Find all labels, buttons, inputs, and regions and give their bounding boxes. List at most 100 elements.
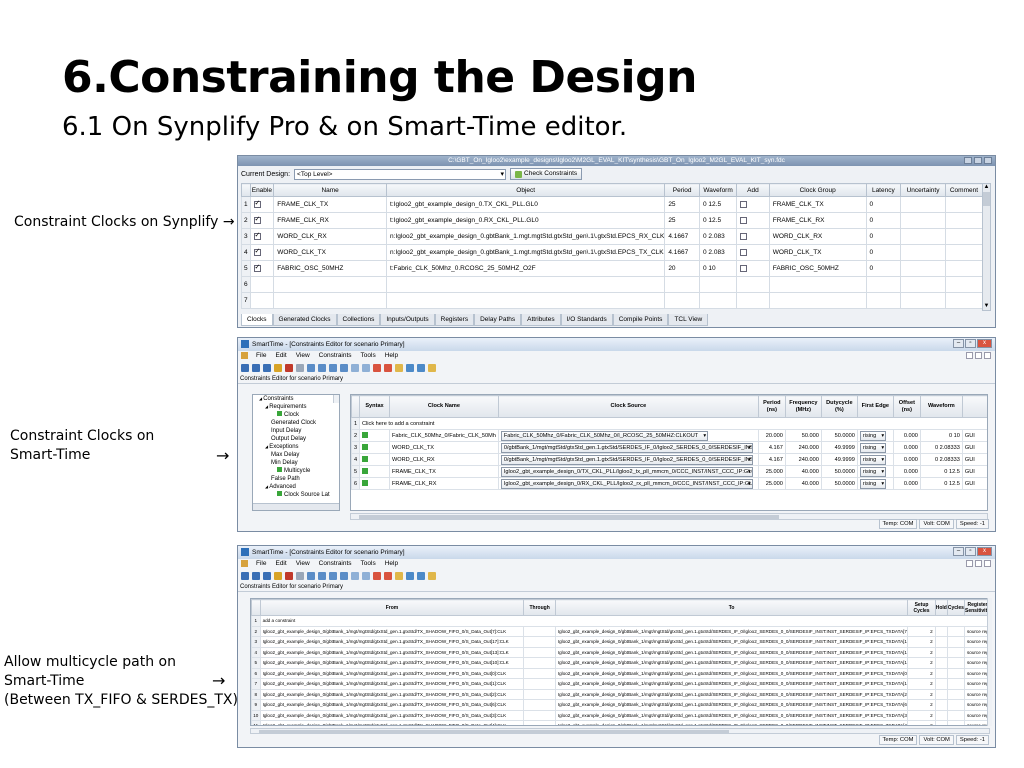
- period-cell[interactable]: 25: [664, 196, 700, 213]
- uncertainty-cell[interactable]: [900, 276, 946, 293]
- uncertainty-cell[interactable]: [900, 244, 946, 261]
- table-row[interactable]: 4 WORD_CLK_RX 0/gbtBank_1/mgt/mgtStd/gtxSt…: [351, 453, 987, 466]
- setup-cycles-cell[interactable]: 2: [907, 625, 936, 637]
- hold-cell[interactable]: [934, 625, 948, 637]
- enable-cell[interactable]: [249, 228, 275, 245]
- latency-cell[interactable]: 0: [865, 212, 902, 229]
- tab-delay-paths[interactable]: Delay Paths: [474, 314, 522, 326]
- mdi-close-button[interactable]: [984, 560, 991, 567]
- period-cell[interactable]: 4.167: [757, 453, 786, 466]
- uncertainty-cell[interactable]: [900, 212, 946, 229]
- comment-cell[interactable]: [944, 196, 984, 213]
- clock-name-cell[interactable]: FRAME_CLK_TX: [273, 196, 388, 213]
- first-edge-cell[interactable]: rising: [856, 465, 894, 478]
- setup-cycles-cell[interactable]: 2: [907, 699, 936, 711]
- generated-clock-icon[interactable]: [318, 571, 326, 580]
- hold-cell[interactable]: [934, 699, 948, 711]
- tree-node-max-delay[interactable]: Max Delay: [253, 451, 339, 459]
- add-cell[interactable]: [736, 244, 770, 261]
- latency-cell[interactable]: 0: [865, 260, 902, 277]
- add-checkbox[interactable]: [740, 264, 748, 272]
- import-icon[interactable]: [406, 571, 414, 580]
- add-cell[interactable]: [736, 212, 770, 229]
- tree-node-requirements[interactable]: ◢ Requirements: [253, 403, 339, 411]
- setup-cycles-cell[interactable]: 2: [907, 646, 936, 658]
- dutycycle-cell[interactable]: 50.0000: [820, 429, 858, 442]
- table-row[interactable]: 2 Igloo2_gbt_example_design_0/gbtBank_1/m…: [251, 625, 989, 637]
- scroll-thumb[interactable]: [359, 515, 779, 519]
- tab-compile-points[interactable]: Compile Points: [612, 314, 669, 326]
- first-edge-cell[interactable]: rising: [856, 429, 894, 442]
- import-icon[interactable]: [406, 363, 414, 372]
- tab-i-o-standards[interactable]: I/O Standards: [560, 314, 613, 326]
- tree-node-output-delay[interactable]: Output Delay: [253, 435, 339, 443]
- tab-collections[interactable]: Collections: [336, 314, 381, 326]
- clock-name-cell[interactable]: WORD_CLK_TX: [389, 441, 499, 454]
- column-header[interactable]: Comment: [944, 183, 984, 197]
- minimize-button[interactable]: –: [953, 547, 964, 556]
- hold-cell[interactable]: [934, 657, 948, 669]
- clock-name-cell[interactable]: [273, 292, 388, 309]
- menu-edit[interactable]: Edit: [274, 351, 287, 361]
- multicycle-icon[interactable]: [395, 571, 403, 580]
- table-row[interactable]: 6 Igloo2_gbt_example_design_0/gbtBank_1/m…: [251, 667, 989, 679]
- object-cell[interactable]: [386, 276, 666, 293]
- table-row[interactable]: 7: [241, 292, 984, 309]
- table-row[interactable]: 9 Igloo2_gbt_example_design_0/gbtBank_1/m…: [251, 699, 989, 711]
- enable-cell[interactable]: [249, 212, 275, 229]
- clock-group-cell[interactable]: FABRIC_OSC_50MHZ: [768, 260, 867, 277]
- clock-name-cell[interactable]: FRAME_CLK_RX: [273, 212, 388, 229]
- maximize-button[interactable]: ▫: [965, 547, 976, 556]
- filter-icon[interactable]: [274, 571, 282, 580]
- dutycycle-cell[interactable]: 49.9999: [820, 441, 858, 454]
- from-cell[interactable]: Igloo2_gbt_example_design_0/gbtBank_1/mg…: [259, 709, 525, 721]
- hold-cell[interactable]: [934, 720, 948, 725]
- waveform-cell[interactable]: 0 10: [698, 260, 738, 277]
- first-edge-cell[interactable]: rising: [856, 441, 894, 454]
- disable-timing-icon[interactable]: [384, 363, 392, 372]
- check-constraints-button[interactable]: Check Constraints: [510, 168, 583, 180]
- mdi-minimize-button[interactable]: [966, 352, 973, 359]
- frequency-cell[interactable]: 50.000: [784, 429, 822, 442]
- table-row[interactable]: 3 WORD_CLK_TX 0/gbtBank_1/mgt/mgtStd/gtxSt…: [351, 441, 987, 454]
- comment-cell[interactable]: [944, 292, 984, 309]
- first-edge-select[interactable]: rising: [859, 430, 887, 441]
- vertical-scrollbar[interactable]: ▲ ▼: [982, 183, 991, 311]
- add-checkbox[interactable]: [740, 248, 748, 256]
- enable-cell[interactable]: [249, 260, 275, 277]
- clock-group-cell[interactable]: WORD_CLK_RX: [768, 228, 867, 245]
- clock-name-cell[interactable]: FABRIC_OSC_50MHZ: [273, 260, 388, 277]
- object-cell[interactable]: n:Igloo2_gbt_example_design_0.gbtBank_1.…: [386, 244, 666, 261]
- hold-cycles-cell[interactable]: [946, 699, 966, 711]
- clock-source-select[interactable]: Fabric_CLK_50Mhz_0/Fabric_CLK_50Mhz_0/I_…: [500, 430, 709, 441]
- waveform-cell[interactable]: 0 2.08333: [919, 453, 963, 466]
- through-cell[interactable]: [523, 699, 556, 711]
- latency-cell[interactable]: 0: [865, 244, 902, 261]
- comment-cell[interactable]: [944, 228, 984, 245]
- from-cell[interactable]: Igloo2_gbt_example_design_0/gbtBank_1/mg…: [259, 636, 525, 648]
- menu-tools[interactable]: Tools: [360, 351, 377, 361]
- help-icon[interactable]: [428, 363, 436, 372]
- uncertainty-cell[interactable]: [900, 196, 946, 213]
- scroll-up-icon[interactable]: ▲: [983, 184, 990, 191]
- to-cell[interactable]: Igloo2_gbt_example_design_0/gbtBank_1/mg…: [554, 720, 909, 725]
- hold-cycles-cell[interactable]: [946, 709, 966, 721]
- clock-name-cell[interactable]: WORD_CLK_RX: [273, 228, 388, 245]
- waveform-cell[interactable]: [698, 292, 738, 309]
- through-cell[interactable]: [523, 667, 556, 679]
- add-constraint-cell[interactable]: Click here to add a constraint: [359, 417, 987, 430]
- hold-cycles-cell[interactable]: [946, 625, 966, 637]
- setup-cycles-cell[interactable]: 2: [907, 667, 936, 679]
- menu-file[interactable]: File: [255, 559, 267, 569]
- first-edge-select[interactable]: rising: [859, 442, 887, 453]
- table-row[interactable]: 2FRAME_CLK_RXt:Igloo2_gbt_example_design…: [241, 212, 984, 229]
- hold-cycles-cell[interactable]: [946, 646, 966, 658]
- clock-group-cell[interactable]: FRAME_CLK_RX: [768, 212, 867, 229]
- through-cell[interactable]: [523, 636, 556, 648]
- min-delay-icon[interactable]: [362, 363, 370, 372]
- object-cell[interactable]: n:Igloo2_gbt_example_design_0.gbtBank_1.…: [386, 228, 666, 245]
- column-header[interactable]: Uncertainty: [900, 183, 946, 197]
- tree-node-advanced[interactable]: ◢ Advanced: [253, 483, 339, 491]
- first-edge-cell[interactable]: rising: [856, 453, 894, 466]
- uncertainty-cell[interactable]: [900, 292, 946, 309]
